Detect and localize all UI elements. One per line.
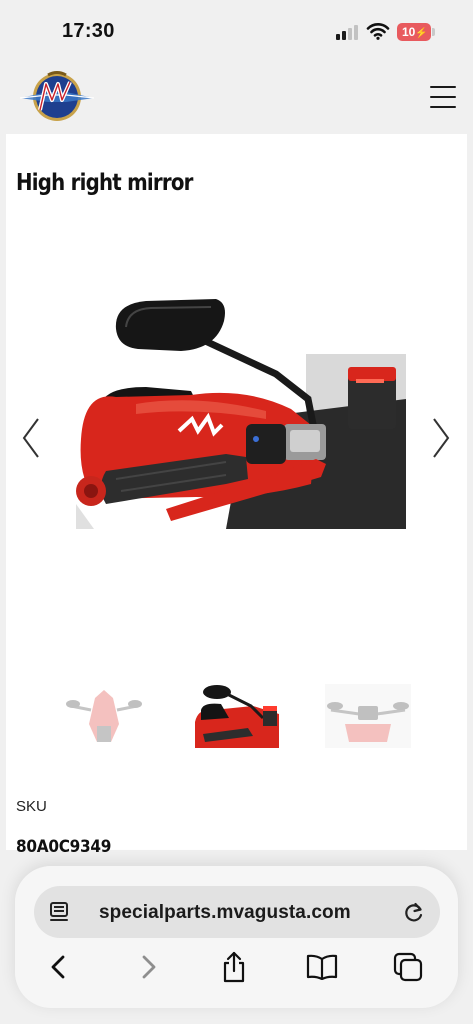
cellular-signal-icon (336, 24, 362, 40)
back-button[interactable] (42, 950, 76, 984)
page-menu-icon[interactable] (48, 901, 70, 923)
browser-toolbar: specialparts.mvagusta.com (15, 866, 458, 1008)
next-image-arrow[interactable] (424, 413, 458, 463)
thumbnail-mirror-closeup[interactable] (193, 684, 279, 748)
tabs-button[interactable] (391, 950, 425, 984)
reload-icon[interactable] (402, 900, 426, 924)
thumbnail-front-view[interactable] (61, 684, 147, 748)
address-bar[interactable]: specialparts.mvagusta.com (34, 886, 440, 938)
mv-agusta-logo[interactable]: MV (18, 68, 96, 126)
url-text[interactable]: specialparts.mvagusta.com (99, 902, 351, 924)
forward-button[interactable] (131, 950, 165, 984)
chevron-right-icon (142, 955, 156, 979)
site-header: MV (0, 62, 473, 134)
previous-image-arrow[interactable] (14, 413, 48, 463)
menu-icon[interactable] (428, 84, 458, 110)
product-card: High right mirror SKU 80A0C9349 (6, 134, 467, 857)
book-icon (306, 954, 338, 980)
share-icon (223, 951, 245, 983)
tabs-icon (393, 952, 423, 982)
share-button[interactable] (217, 950, 251, 984)
status-time: 17:30 (62, 20, 115, 42)
battery-nub (432, 28, 435, 36)
battery-level: 10 (402, 25, 416, 39)
chevron-left-icon (51, 955, 65, 979)
bookmarks-button[interactable] (305, 950, 339, 984)
battery-indicator: 10⚡ (397, 23, 431, 41)
product-main-image (76, 299, 406, 529)
sku-label: SKU (16, 798, 47, 815)
wifi-icon (366, 23, 390, 40)
product-title: High right mirror (16, 170, 193, 196)
thumbnail-strip (6, 684, 467, 754)
thumbnail-rider-view[interactable] (325, 684, 411, 748)
status-bar: 17:30 10⚡ (0, 0, 473, 62)
sku-value: 80A0C9349 (16, 837, 112, 857)
